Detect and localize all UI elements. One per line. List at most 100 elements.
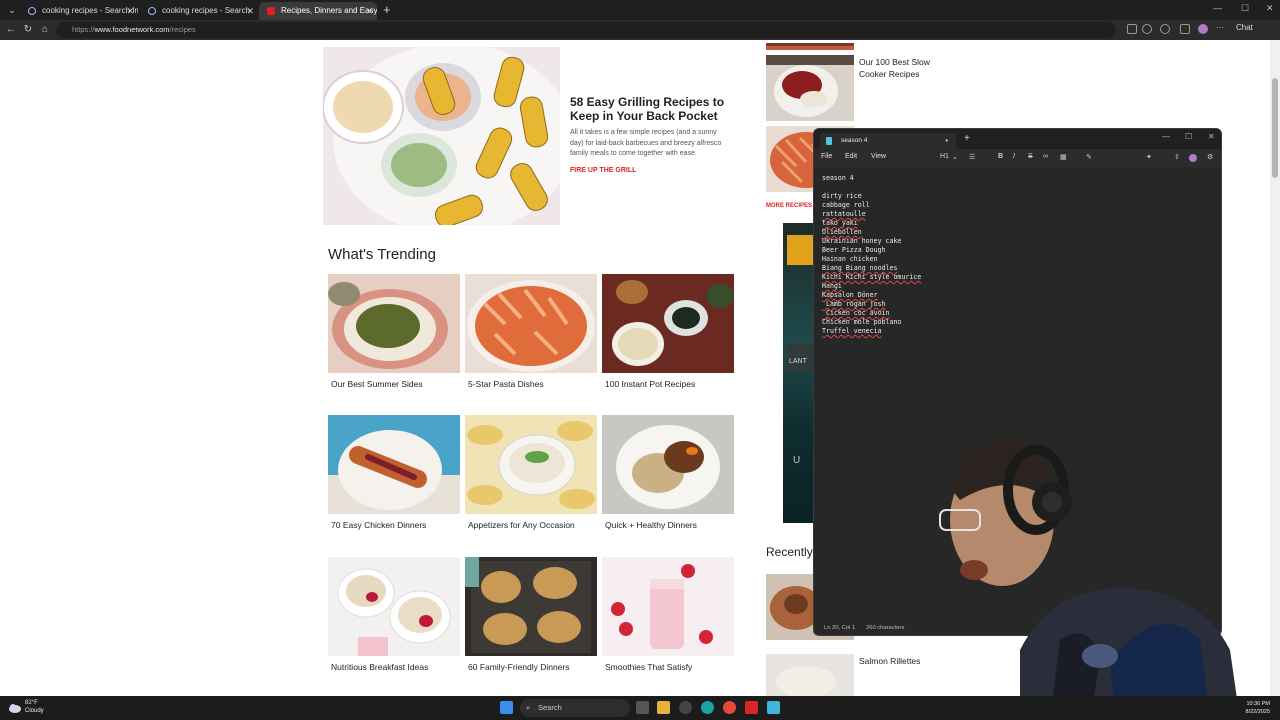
hero-title[interactable]: 58 Easy Grilling Recipes to Keep in Your… [570, 95, 730, 123]
system-clock[interactable]: 10:36 PM 8/22/2025 [1240, 700, 1270, 716]
fire-up-the-grill-link[interactable]: FIRE UP THE GRILL [570, 167, 636, 174]
strikethrough-icon[interactable]: S [1028, 153, 1033, 160]
hero-image[interactable] [323, 47, 560, 225]
extensions-icon[interactable] [1160, 24, 1170, 34]
menu-file[interactable]: File [821, 153, 832, 160]
text-line: Kapsalon Döner [822, 291, 878, 299]
minimize-icon[interactable]: — [1162, 132, 1170, 141]
url-field[interactable]: https://www.foodnetwork.com/recipes [56, 22, 1116, 38]
advertisement-banner[interactable]: LANT U [783, 223, 815, 523]
cloudy-weather-icon [9, 704, 21, 713]
settings-gear-icon[interactable]: ⚙ [1207, 153, 1213, 161]
copilot-icon[interactable]: ✦ [1146, 153, 1152, 161]
trending-card[interactable]: Our Best Summer Sides [328, 274, 460, 389]
url-host: www.foodnetwork.com [94, 25, 170, 34]
trending-card[interactable]: Quick + Healthy Dinners [602, 415, 734, 530]
collections-icon[interactable] [1180, 24, 1190, 34]
menu-edit[interactable]: Edit [845, 153, 857, 160]
close-tab-icon[interactable]: ✕ [365, 2, 373, 20]
table-icon[interactable]: ▦ [1060, 153, 1067, 161]
trending-card[interactable]: Nutritious Breakfast Ideas [328, 557, 460, 672]
notepad-tab[interactable]: season 4 • [820, 133, 956, 149]
clock-time: 10:36 PM [1246, 701, 1270, 707]
menu-view[interactable]: View [871, 153, 886, 160]
heading-style-dropdown[interactable]: H1 [940, 153, 949, 160]
sidebar-thumb-salmon[interactable] [766, 654, 854, 696]
back-arrow-icon[interactable]: ← [4, 22, 18, 38]
edge-browser-icon[interactable] [701, 701, 714, 714]
text-line: Beer Pizza Dough [822, 246, 886, 254]
copilot-chat-button[interactable]: Chat [1236, 23, 1253, 32]
card-photo [465, 557, 597, 656]
profile-avatar-icon[interactable] [1189, 154, 1197, 162]
chicken-dinner-photo-icon [328, 415, 460, 514]
chrome-icon[interactable] [723, 701, 736, 714]
close-window-icon[interactable]: ✕ [1208, 132, 1215, 141]
tab-search[interactable]: cooking recipes - Search ✕ [140, 2, 258, 20]
url-prefix: https:// [72, 25, 95, 34]
trending-card[interactable]: Smoothies That Satisfy [602, 557, 734, 672]
new-tab-plus-icon[interactable]: + [383, 2, 391, 18]
card-photo [465, 274, 597, 373]
svg-text:LANT: LANT [789, 358, 808, 365]
maximize-icon[interactable]: ☐ [1241, 3, 1249, 14]
card-photo [602, 415, 734, 514]
text-line: Ukrainian honey cake [822, 237, 902, 245]
taskbar-search[interactable]: ⌕ Search [520, 699, 630, 717]
obs-icon[interactable] [679, 701, 692, 714]
trending-card[interactable]: 70 Easy Chicken Dinners [328, 415, 460, 530]
trending-card[interactable]: 60 Family-Friendly Dinners [465, 557, 597, 672]
text-line [822, 183, 1215, 192]
favorite-star-icon[interactable] [1142, 24, 1152, 34]
link-line-2: Cooker Recipes [859, 69, 920, 79]
text-line: Biang Biang noodles [822, 264, 898, 272]
card-caption: Appetizers for Any Occasion [468, 520, 575, 530]
tab-food-network[interactable]: Recipes, Dinners and Easy Meal Id ✕ [259, 2, 377, 20]
minimize-icon[interactable]: — [1213, 3, 1222, 13]
close-tab-icon[interactable]: ✕ [246, 2, 254, 20]
reader-icon[interactable] [1127, 24, 1137, 34]
windows-taskbar: 82°F Cloudy ⌕ Search 10:36 PM 8/22/2025 [0, 696, 1280, 720]
sidebar-thumb-top[interactable] [766, 40, 854, 50]
clear-format-icon[interactable]: ✎ [1086, 153, 1092, 161]
new-tab-plus-icon[interactable]: + [964, 133, 970, 145]
windows-start-icon[interactable] [500, 701, 513, 714]
unsaved-dot-icon[interactable]: • [945, 133, 948, 149]
app-icon[interactable] [745, 701, 758, 714]
weather-widget[interactable]: 82°F Cloudy [25, 699, 44, 715]
more-recipes-link[interactable]: MORE RECIPES [766, 203, 812, 209]
trending-card[interactable]: 5-Star Pasta Dishes [465, 274, 597, 389]
link-icon[interactable]: ∞ [1043, 153, 1048, 160]
task-view-icon[interactable] [636, 701, 649, 714]
tab-label: cooking recipes - Search Images [42, 6, 138, 15]
close-tab-icon[interactable]: ✕ [126, 2, 134, 20]
search-label: Search [538, 703, 562, 712]
home-icon[interactable]: ⌂ [38, 22, 52, 38]
notepad-taskbar-icon[interactable] [767, 701, 780, 714]
share-icon[interactable]: ⇪ [1174, 153, 1180, 161]
card-caption: Our Best Summer Sides [331, 379, 423, 389]
sidebar-slow-cooker-link[interactable]: Our 100 Best Slow Cooker Recipes [859, 56, 930, 80]
slow-cooker-photo-icon [766, 55, 854, 121]
tab-actions-chevron-icon[interactable]: ⌄ [6, 3, 18, 17]
bold-icon[interactable]: B [998, 153, 1003, 160]
sidebar-thumb-slow-cooker[interactable] [766, 55, 854, 121]
chevron-down-icon[interactable]: ⌄ [952, 153, 958, 161]
search-icon: ⌕ [526, 703, 531, 712]
trending-card[interactable]: Appetizers for Any Occasion [465, 415, 597, 530]
trending-card[interactable]: 100 Instant Pot Recipes [602, 274, 734, 389]
more-menu-icon[interactable]: ··· [1216, 24, 1226, 34]
refresh-icon[interactable]: ↻ [21, 22, 35, 38]
scrollbar-thumb[interactable] [1272, 78, 1278, 178]
page-scrollbar[interactable] [1270, 40, 1280, 696]
profile-avatar-icon[interactable] [1198, 24, 1208, 34]
smoothie-photo-icon [602, 557, 734, 656]
close-window-icon[interactable]: ✕ [1266, 3, 1274, 14]
tab-search-images[interactable]: cooking recipes - Search Images ✕ [20, 2, 138, 20]
recently-viewed-heading: Recently [766, 545, 813, 559]
maximize-icon[interactable]: ☐ [1185, 132, 1192, 141]
file-explorer-icon[interactable] [657, 701, 670, 714]
notepad-titlebar: season 4 • + — ☐ ✕ [814, 129, 1221, 149]
list-icon[interactable]: ☰ [969, 153, 975, 161]
italic-icon[interactable]: I [1013, 153, 1015, 160]
